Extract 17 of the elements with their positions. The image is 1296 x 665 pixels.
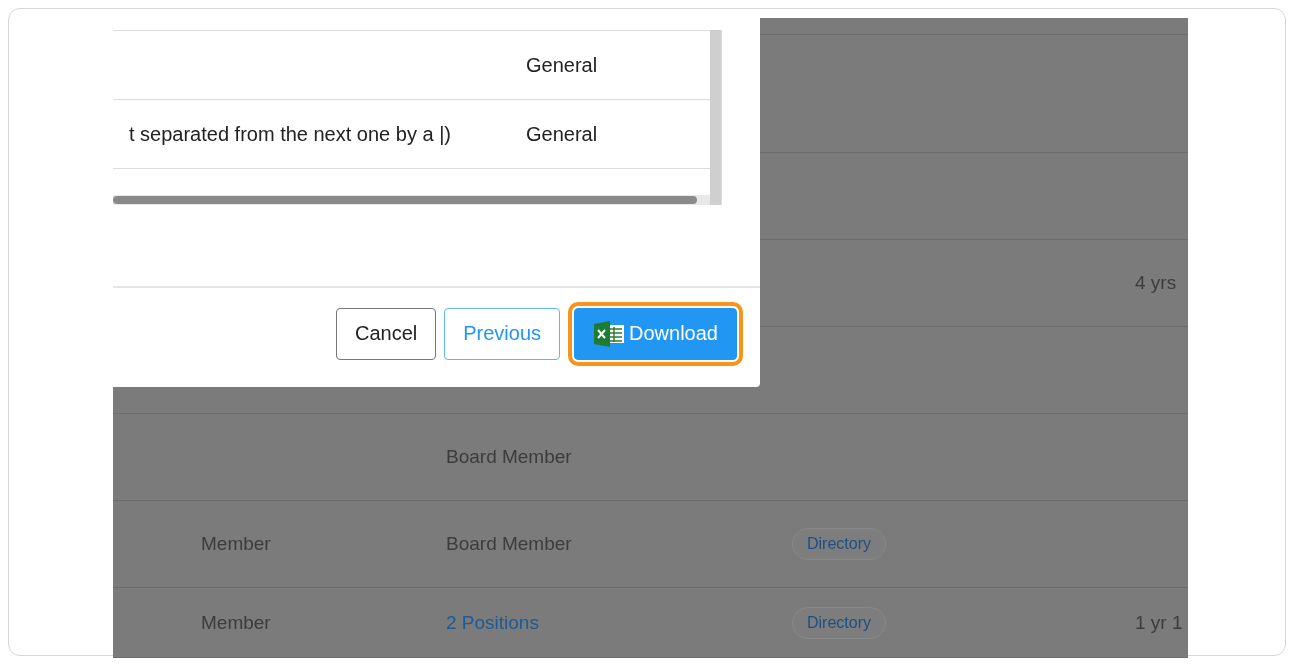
table-cell: Board Member — [446, 533, 572, 555]
horizontal-scrollbar[interactable] — [113, 195, 710, 205]
table-cell-text: General — [526, 53, 599, 77]
previous-button[interactable]: Previous — [444, 307, 561, 360]
table-cell: Member — [201, 611, 271, 634]
positions-link[interactable]: 2 Positions — [446, 611, 539, 634]
table-cell: Member — [201, 533, 271, 555]
cancel-button[interactable]: Cancel — [335, 307, 437, 360]
vertical-scrollbar[interactable] — [710, 30, 721, 205]
tag: Directory — [792, 606, 886, 639]
table-cell: Board Member — [446, 446, 572, 468]
table-cell-text: General — [526, 122, 599, 146]
table-cell: 1 yr 1 — [1135, 611, 1183, 634]
table-cell: 4 yrs — [1135, 272, 1177, 294]
table-cell-text: t separated from the next one by a |) — [128, 122, 452, 146]
spreadsheet-icon — [593, 320, 626, 347]
tag: Directory — [792, 528, 886, 560]
